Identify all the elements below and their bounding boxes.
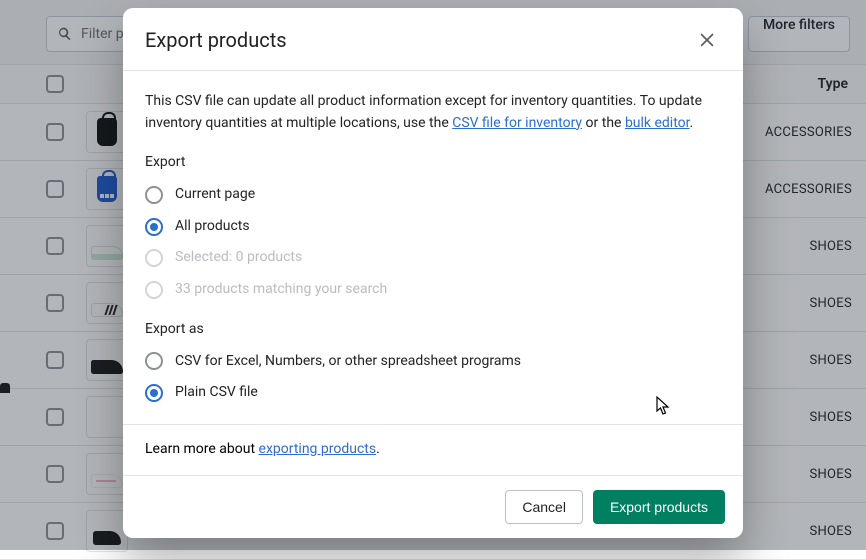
export-products-button[interactable]: Export products (593, 490, 725, 524)
export-as-section-label: Export as (145, 319, 721, 341)
modal-title: Export products (145, 28, 287, 52)
export-products-modal: Export products This CSV file can update… (123, 8, 743, 538)
modal-description: This CSV file can update all product inf… (145, 91, 721, 134)
radio-csv-excel[interactable] (145, 352, 163, 370)
csv-inventory-link[interactable]: CSV file for inventory (452, 115, 582, 131)
radio-matching-products (145, 281, 163, 299)
export-section-label: Export (145, 152, 721, 174)
modal-backdrop: Export products This CSV file can update… (0, 0, 866, 550)
radio-csv-excel-label: CSV for Excel, Numbers, or other spreads… (175, 351, 521, 373)
modal-close-button[interactable] (693, 26, 721, 54)
radio-selected-products (145, 249, 163, 267)
radio-selected-products-label: Selected: 0 products (175, 247, 302, 269)
radio-current-page[interactable] (145, 186, 163, 204)
radio-all-products-label: All products (175, 216, 250, 238)
close-icon (698, 31, 716, 49)
radio-plain-csv-label: Plain CSV file (175, 382, 258, 404)
modal-learn-more: Learn more about exporting products. (123, 424, 743, 475)
cancel-button[interactable]: Cancel (505, 490, 583, 524)
export-format-radio-group: CSV for Excel, Numbers, or other spreads… (145, 351, 721, 404)
radio-all-products[interactable] (145, 218, 163, 236)
bulk-editor-link[interactable]: bulk editor (625, 115, 690, 131)
export-scope-radio-group: Current page All products Selected: 0 pr… (145, 184, 721, 301)
radio-matching-products-label: 33 products matching your search (175, 279, 387, 301)
exporting-products-link[interactable]: exporting products (259, 441, 377, 457)
radio-current-page-label: Current page (175, 184, 255, 206)
radio-plain-csv[interactable] (145, 384, 163, 402)
